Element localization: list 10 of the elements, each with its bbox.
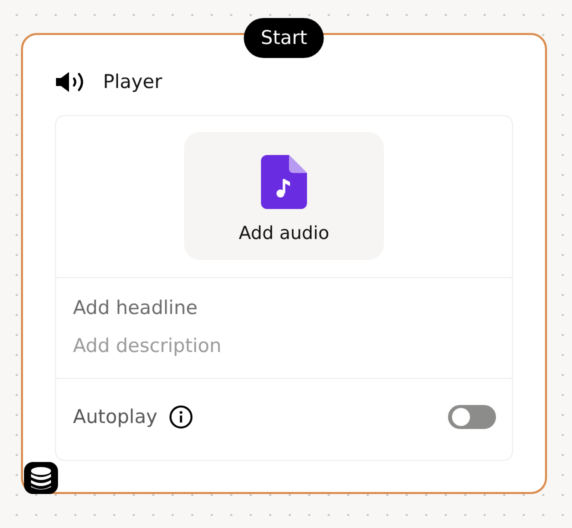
autoplay-label: Autoplay	[73, 406, 158, 428]
add-audio-button[interactable]: Add audio	[184, 132, 384, 260]
autoplay-toggle[interactable]	[448, 405, 496, 429]
database-icon[interactable]	[24, 462, 58, 494]
audio-file-icon	[261, 155, 307, 209]
node-title: Player	[103, 71, 162, 93]
start-badge: Start	[244, 18, 324, 58]
info-icon[interactable]	[169, 405, 194, 429]
headline-field[interactable]: Add headline	[73, 294, 373, 322]
description-field[interactable]: Add description	[73, 332, 373, 360]
